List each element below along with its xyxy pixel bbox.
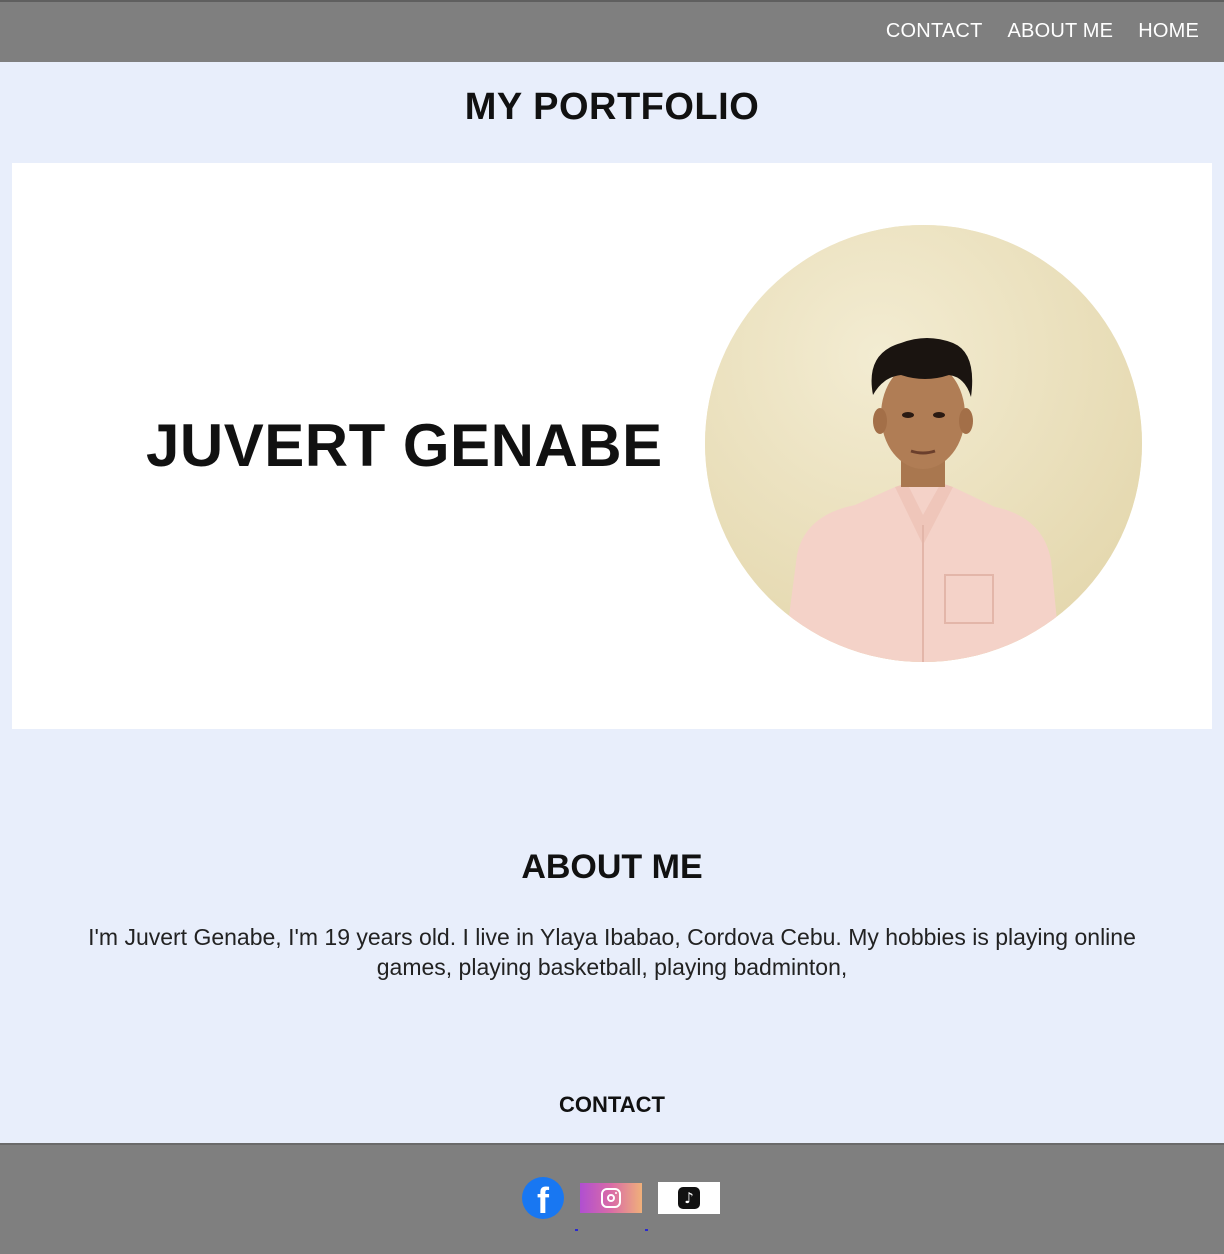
nav-link-home[interactable]: HOME — [1138, 20, 1199, 43]
profile-photo — [705, 225, 1142, 662]
facebook-glyph: f — [537, 1180, 549, 1221]
contact-heading: CONTACT — [559, 1092, 665, 1117]
top-navbar: CONTACT ABOUT ME HOME — [0, 0, 1224, 62]
main-nav: CONTACT ABOUT ME HOME — [886, 20, 1199, 43]
page-title: MY PORTFOLIO — [464, 86, 760, 128]
facebook-icon[interactable]: f — [522, 1177, 564, 1221]
social-links: f ♪ — [522, 1177, 720, 1221]
nav-link-about-me[interactable]: ABOUT ME — [1007, 20, 1113, 43]
link-underline-marks — [575, 1229, 650, 1232]
hero-name: JUVERT GENABE — [146, 412, 663, 479]
footer: f ♪ — [0, 1143, 1224, 1254]
tiktok-glyph: ♪ — [678, 1187, 700, 1209]
about-me-text: I'm Juvert Genabe, I'm 19 years old. I l… — [88, 924, 1136, 980]
portrait-illustration — [705, 225, 1142, 662]
instagram-icon[interactable] — [580, 1183, 642, 1213]
instagram-glyph — [601, 1188, 621, 1208]
nav-link-contact[interactable]: CONTACT — [886, 20, 983, 43]
hero-section: JUVERT GENABE — [12, 163, 1212, 729]
about-me-heading: ABOUT ME — [521, 848, 703, 886]
tiktok-icon[interactable]: ♪ — [658, 1182, 720, 1214]
